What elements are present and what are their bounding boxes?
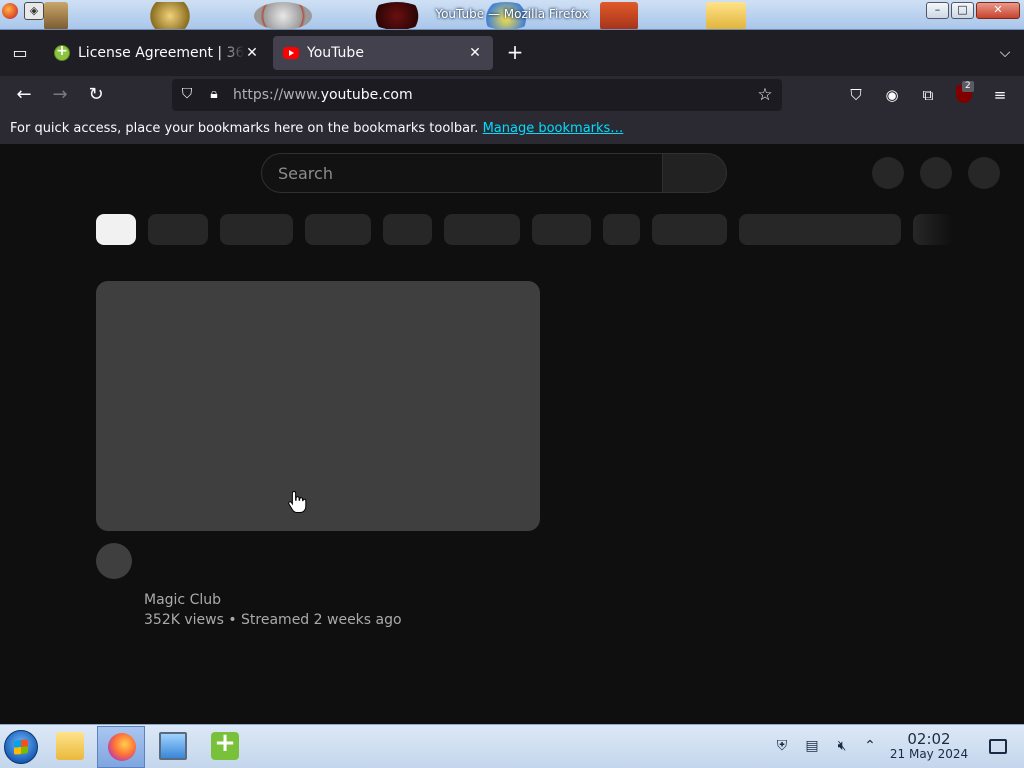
youtube-favicon-icon [283, 47, 299, 59]
url-prefix: https://www. [233, 87, 321, 103]
extensions-puzzle-icon[interactable]: ⧉ [917, 84, 939, 106]
maximize-button[interactable]: □ [951, 2, 974, 19]
video-channel-name[interactable]: Magic Club [144, 592, 221, 608]
360-favicon-icon [54, 43, 70, 61]
youtube-page: Search Magic Club 352K views • Streamed … [0, 144, 1024, 724]
filter-chip[interactable] [652, 214, 727, 245]
channel-avatar-placeholder[interactable] [96, 543, 132, 579]
window-title: YouTube — Mozilla Firefox [435, 7, 589, 21]
taskbar-remote-desktop[interactable] [149, 726, 197, 768]
bookmarks-message-text: For quick access, place your bookmarks h… [10, 121, 479, 136]
filter-chip[interactable] [444, 214, 520, 245]
url-text[interactable]: https://www.youtube.com [233, 87, 413, 103]
tab-strip: ▭ License Agreement | 360 ✕ YouTube ✕ + … [0, 30, 1024, 76]
folder-icon [56, 732, 84, 760]
header-button-placeholder[interactable] [872, 157, 904, 189]
filter-chip[interactable] [603, 214, 640, 245]
filter-chip[interactable] [305, 214, 371, 245]
clipboard-tray-icon[interactable]: ▤ [803, 737, 821, 755]
address-bar[interactable]: ⛉ 🔒︎ https://www.youtube.com ☆ [172, 79, 782, 111]
video-thumbnail-placeholder[interactable] [96, 281, 540, 531]
filter-chip[interactable] [383, 214, 432, 245]
hamburger-menu-icon[interactable]: ≡ [989, 84, 1011, 106]
bookmarks-empty-message: For quick access, place your bookmarks h… [10, 121, 623, 136]
ublock-badge: 2 [962, 81, 974, 92]
show-desktop-icon[interactable] [989, 739, 1007, 754]
close-tab-icon[interactable]: ✕ [467, 45, 483, 61]
taskbar-clock[interactable]: 02:02 21 May 2024 [884, 731, 974, 762]
video-metadata: 352K views • Streamed 2 weeks ago [144, 612, 402, 628]
bookmark-star-icon[interactable]: ☆ [754, 84, 776, 106]
monitor-icon [159, 732, 187, 760]
lock-icon[interactable]: 🔒︎ [205, 86, 223, 104]
header-button-placeholder[interactable] [920, 157, 952, 189]
start-button[interactable] [4, 730, 38, 764]
window-titlebar: ◈ YouTube — Mozilla Firefox – □ ✕ [0, 0, 1024, 30]
reload-icon[interactable]: ↻ [84, 83, 108, 107]
filter-chip[interactable] [532, 214, 591, 245]
search-button[interactable] [662, 153, 727, 193]
search-placeholder: Search [278, 164, 333, 183]
taskbar-firefox[interactable] [97, 726, 145, 768]
360-security-icon [211, 728, 239, 760]
close-tab-icon[interactable]: ✕ [244, 45, 260, 61]
tab-label: YouTube [307, 45, 364, 61]
taskbar: ⛨ ▤ 🔇︎ ⌃ 02:02 21 May 2024 [0, 724, 1024, 768]
new-tab-button[interactable]: + [504, 42, 526, 64]
taskbar-file-manager[interactable] [46, 726, 94, 768]
clock-date: 21 May 2024 [889, 747, 969, 761]
show-hidden-icons-chevron-icon[interactable]: ⌃ [861, 737, 879, 755]
pocket-icon[interactable]: ⛉ [845, 84, 867, 106]
filter-chip[interactable] [148, 214, 208, 245]
hand-pointer-cursor-icon [288, 490, 307, 513]
search-input[interactable]: Search [261, 153, 663, 193]
minimize-button[interactable]: – [926, 2, 949, 19]
filter-chip[interactable] [220, 214, 293, 245]
clock-time: 02:02 [907, 730, 951, 748]
url-domain: youtube.com [320, 87, 413, 103]
manage-bookmarks-link[interactable]: Manage bookmarks… [483, 121, 624, 136]
network-tray-icon[interactable]: ⛨ [773, 737, 791, 755]
filter-chip-selected[interactable] [96, 214, 136, 245]
forward-arrow-icon[interactable]: → [48, 83, 72, 107]
tab-license-agreement[interactable]: License Agreement | 360 ✕ [44, 36, 270, 70]
windows-logo-icon [14, 739, 28, 755]
window-controls: – □ ✕ [926, 2, 1020, 19]
back-arrow-icon[interactable]: ← [12, 83, 36, 107]
filter-chip[interactable] [913, 214, 953, 245]
tab-label: License Agreement | 360 [78, 45, 244, 61]
navigation-toolbar: ← → ↻ ⛉ 🔒︎ https://www.youtube.com ☆ ⛉ ◉… [0, 76, 1024, 114]
volume-muted-icon[interactable]: 🔇︎ [833, 737, 851, 755]
taskbar-360-security[interactable] [201, 726, 249, 768]
firefox-icon [108, 733, 136, 761]
filter-chip[interactable] [739, 214, 901, 245]
firefox-view-icon[interactable]: ▭ [10, 43, 30, 63]
tracking-protection-shield-icon[interactable]: ⛉ [178, 86, 196, 104]
account-icon[interactable]: ◉ [881, 84, 903, 106]
list-all-tabs-chevron-icon[interactable]: ⌵ [994, 42, 1016, 64]
tab-youtube[interactable]: YouTube ✕ [273, 36, 493, 70]
avatar-placeholder[interactable] [968, 157, 1000, 189]
close-window-button[interactable]: ✕ [976, 2, 1020, 19]
bookmarks-toolbar: For quick access, place your bookmarks h… [0, 114, 1024, 144]
